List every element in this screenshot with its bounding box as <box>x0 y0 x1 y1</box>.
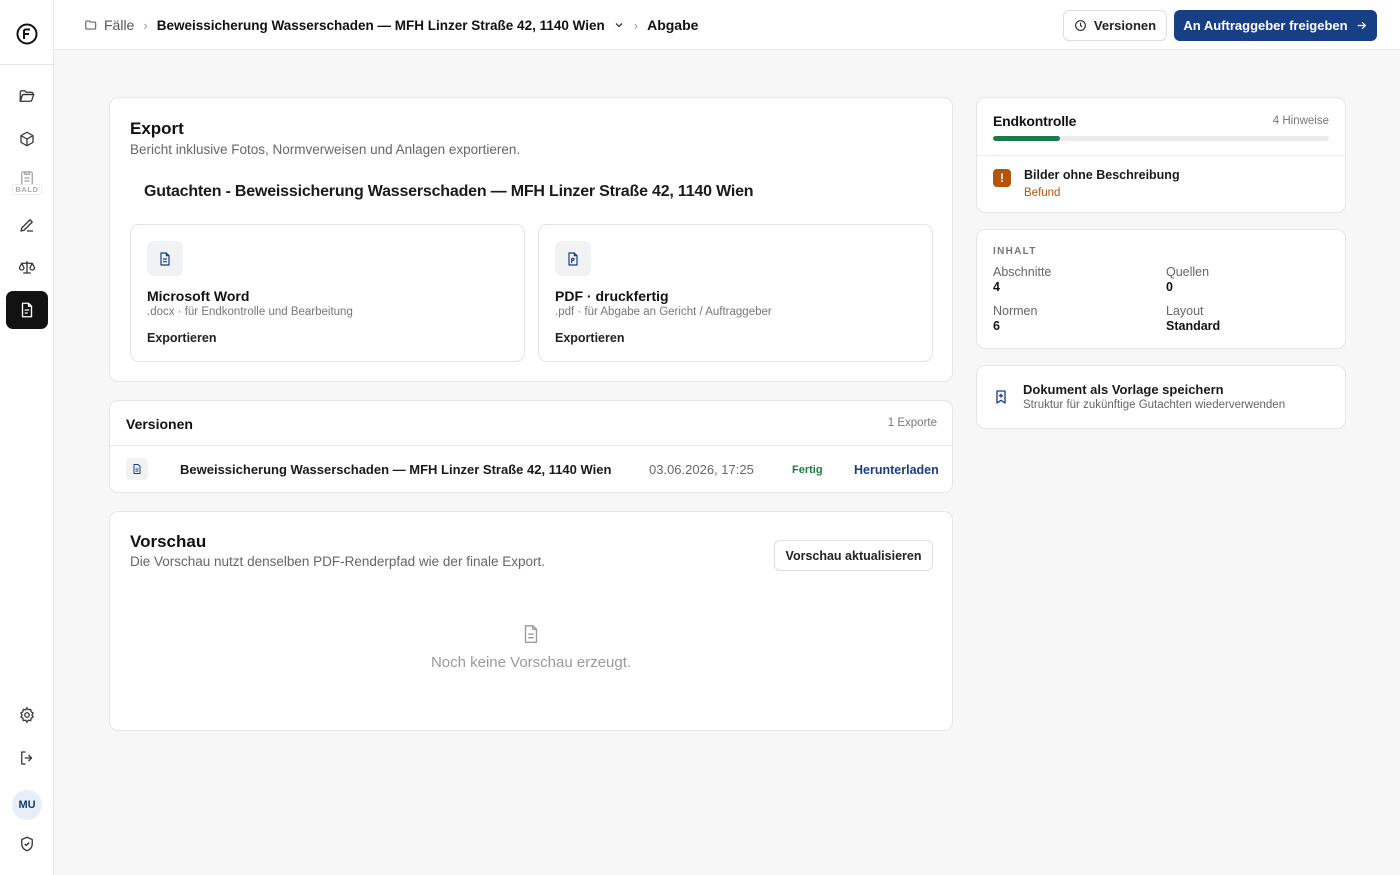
soon-badge: BALD <box>12 184 42 195</box>
export-option-description: .pdf · für Abgabe an Gericht / Auftragge… <box>555 306 772 318</box>
nav-delivery-active[interactable] <box>6 291 48 329</box>
template-title: Dokument als Vorlage speichern <box>1023 382 1224 397</box>
folder-open-icon <box>19 90 35 102</box>
export-pdf-button[interactable]: Exportieren <box>555 331 624 345</box>
preview-empty-text: Noch keine Vorschau erzeugt. <box>430 654 632 671</box>
nav-security[interactable] <box>6 825 48 863</box>
download-link[interactable]: Herunterladen <box>854 463 939 477</box>
final-check-progress <box>993 136 1329 141</box>
file-icon <box>126 458 148 480</box>
scale-icon <box>18 261 36 274</box>
breadcrumb-case-dropdown[interactable]: Beweissicherung Wasserschaden — MFH Linz… <box>157 18 625 33</box>
template-subtitle: Struktur für zukünftige Gutachten wieder… <box>1023 399 1286 411</box>
folder-icon <box>85 20 97 30</box>
stat-sources-label: Quellen <box>1166 265 1210 279</box>
breadcrumb-cases[interactable]: Fälle <box>84 17 134 33</box>
versions-card: Versionen 1 Exporte Beweissicherung Wass… <box>109 400 953 493</box>
final-check-card: Endkontrolle 4 Hinweise ! Bilder ohne Be… <box>976 97 1346 213</box>
content-label: INHALT <box>993 246 1037 257</box>
export-subtitle: Bericht inklusive Fotos, Normverweisen u… <box>130 142 521 157</box>
versions-header: Versionen 1 Exporte <box>110 401 952 446</box>
export-card: Export Bericht inklusive Fotos, Normverw… <box>109 97 953 382</box>
stat-layout-label: Layout <box>1166 304 1204 318</box>
bookmark-plus-icon <box>996 390 1006 404</box>
refresh-preview-button[interactable]: Vorschau aktualisieren <box>774 540 933 571</box>
divider <box>977 155 1345 156</box>
word-file-icon <box>147 241 183 276</box>
avatar[interactable]: MU <box>12 790 42 820</box>
document-icon <box>524 625 538 643</box>
nav-norms[interactable] <box>6 248 48 286</box>
version-date: 03.06.2026, 17:25 <box>649 462 754 477</box>
gear-icon <box>20 706 34 724</box>
breadcrumb-case-label: Beweissicherung Wasserschaden — MFH Linz… <box>156 17 605 33</box>
export-option-name: PDF · druckfertig <box>555 288 669 304</box>
pdf-file-icon <box>555 241 591 276</box>
nav-objects[interactable] <box>6 120 48 158</box>
versions-button-label: Versionen <box>1093 18 1157 33</box>
breadcrumb: Fälle › Beweissicherung Wasserschaden — … <box>84 0 698 50</box>
chevron-right-icon: › <box>633 17 639 33</box>
version-name: Beweissicherung Wasserschaden — MFH Linz… <box>180 462 612 477</box>
sidebar-divider <box>0 64 54 65</box>
chevron-right-icon: › <box>143 17 148 33</box>
stat-norms-label: Normen <box>993 304 1038 318</box>
file-export-icon <box>21 302 33 318</box>
warning-icon: ! <box>993 169 1011 187</box>
content-summary-card: INHALT Abschnitte 4 Quellen 0 Normen 6 L… <box>976 229 1346 349</box>
versions-title: Versionen <box>126 416 193 432</box>
export-title: Export <box>130 119 184 138</box>
release-to-client-button[interactable]: An Auftraggeber freigeben <box>1174 10 1377 41</box>
stat-sections-value: 4 <box>993 280 1000 294</box>
final-check-count: 4 Hinweise <box>1272 115 1329 127</box>
status-badge: Fertig <box>792 464 823 476</box>
topbar: Fälle › Beweissicherung Wasserschaden — … <box>54 0 1400 50</box>
app-logo-icon[interactable] <box>15 22 39 46</box>
final-check-title: Endkontrolle <box>993 113 1077 129</box>
progress-fill <box>993 136 1061 141</box>
preview-subtitle: Die Vorschau nutzt denselben PDF-Renderp… <box>130 554 545 569</box>
nav-logout[interactable] <box>6 739 48 777</box>
versions-button[interactable]: Versionen <box>1063 10 1167 41</box>
nav-checklist-soon: BALD <box>6 163 48 201</box>
box-icon <box>20 131 34 147</box>
shield-check-icon <box>21 836 33 852</box>
arrow-right-icon <box>1357 21 1366 30</box>
sidebar: BALD MU <box>0 0 54 875</box>
versions-count: 1 Exporte <box>887 417 937 429</box>
export-option-word[interactable]: Microsoft Word .docx · für Endkontrolle … <box>130 224 525 362</box>
export-option-name: Microsoft Word <box>147 288 250 304</box>
clock-icon <box>1075 20 1086 31</box>
save-as-template-card[interactable]: Dokument als Vorlage speichern Struktur … <box>976 365 1346 429</box>
nav-edit[interactable] <box>6 206 48 244</box>
stat-sources-value: 0 <box>1166 280 1173 294</box>
nav-cases[interactable] <box>6 77 48 115</box>
stat-layout-value: Standard <box>1166 319 1221 333</box>
export-option-pdf[interactable]: PDF · druckfertig .pdf · für Abgabe an G… <box>538 224 933 362</box>
stat-sections-label: Abschnitte <box>993 265 1052 279</box>
breadcrumb-cases-label: Fälle <box>104 17 135 33</box>
document-title: Gutachten - Beweissicherung Wasserschade… <box>144 183 754 200</box>
pen-icon <box>20 219 33 232</box>
logout-icon <box>21 751 33 765</box>
export-option-description: .docx · für Endkontrolle und Bearbeitung <box>147 306 353 318</box>
chevron-down-icon <box>615 23 623 28</box>
preview-card: Vorschau Die Vorschau nutzt denselben PD… <box>109 511 953 731</box>
stat-norms-value: 6 <box>993 319 1000 333</box>
breadcrumb-current: Abgabe <box>647 17 699 33</box>
release-button-label: An Auftraggeber freigeben <box>1183 18 1348 33</box>
nav-settings[interactable] <box>6 696 48 734</box>
preview-title: Vorschau <box>130 532 207 551</box>
export-word-button[interactable]: Exportieren <box>147 331 216 345</box>
issue-title[interactable]: Bilder ohne Beschreibung <box>1024 168 1180 182</box>
issue-section: Befund <box>1024 187 1061 199</box>
